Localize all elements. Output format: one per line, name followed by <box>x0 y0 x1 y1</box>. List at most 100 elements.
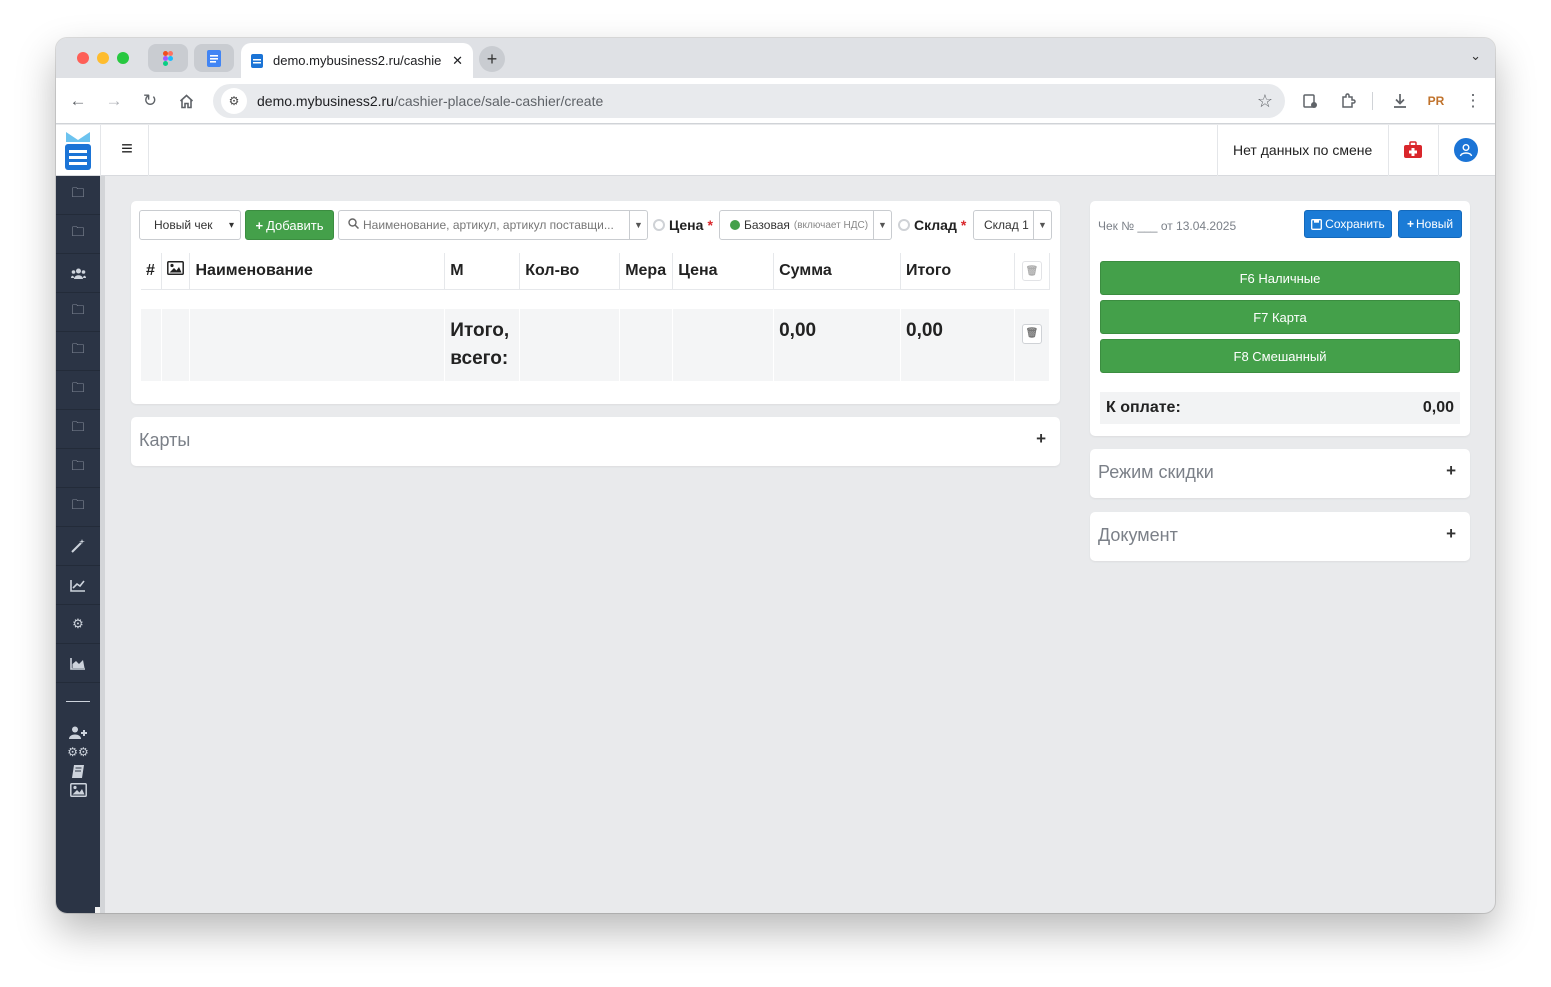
forward-icon[interactable]: → <box>101 88 127 114</box>
total-cell <box>619 309 674 381</box>
sale-panel: Новый чек ▾ + Добавить Наименование, арти… <box>131 201 1060 404</box>
url-host: demo.mybusiness2.ru <box>257 93 394 109</box>
col-total: Итого <box>900 253 1015 290</box>
back-icon[interactable]: ← <box>65 88 91 114</box>
status-dot-icon <box>730 220 740 230</box>
sidebar: 🗀 🗀 🗀 🗀 🗀 🗀 🗀 🗀 ⚙ ⚙⚙ <box>56 176 100 913</box>
sidebar-folder-icon[interactable]: 🗀 <box>56 371 100 410</box>
sidebar-add-user-icon[interactable] <box>56 722 100 742</box>
extension-icon[interactable] <box>1297 88 1323 114</box>
sidebar-folder-icon[interactable]: 🗀 <box>56 410 100 449</box>
search-icon <box>348 218 360 232</box>
sidebar-folder-icon[interactable]: 🗀 <box>56 332 100 371</box>
browser-menu-icon[interactable]: ⋮ <box>1460 88 1486 114</box>
new-receipt-button[interactable]: + Новый <box>1398 210 1462 238</box>
address-bar[interactable]: ⚙ demo.mybusiness2.ru/cashier-place/sale… <box>213 84 1285 118</box>
add-button[interactable]: + Добавить <box>245 210 334 240</box>
add-button-label: Добавить <box>266 217 324 233</box>
pay-card-button[interactable]: F7 Карта <box>1100 300 1460 334</box>
warehouse-dropdown-caret-icon[interactable]: ▼ <box>1033 211 1051 239</box>
sidebar-gears-icon[interactable]: ⚙⚙ <box>56 742 100 762</box>
plus-icon: + <box>1406 217 1414 231</box>
reload-icon[interactable]: ↻ <box>137 88 163 114</box>
table-header-row: # Наименование М Кол-во Мера Цена Сумма … <box>141 253 1051 290</box>
discount-expand-icon[interactable]: + <box>1446 461 1456 481</box>
search-placeholder: Наименование, артикул, артикул поставщи.… <box>363 218 614 232</box>
pinned-tab-docs[interactable] <box>194 44 234 72</box>
maximize-window-button[interactable] <box>117 52 129 64</box>
plus-icon: + <box>255 217 264 233</box>
save-button-label: Сохранить <box>1325 217 1385 231</box>
image-icon <box>167 261 185 276</box>
close-window-button[interactable] <box>77 52 89 64</box>
total-sum-value: 0,00 <box>773 309 902 381</box>
sidebar-image-icon[interactable] <box>56 780 100 800</box>
bookmark-star-icon[interactable]: ☆ <box>1257 91 1273 112</box>
receipt-select[interactable]: Новый чек ▾ <box>139 210 241 240</box>
pr-extension-icon[interactable]: PR <box>1423 88 1449 114</box>
pinned-tab-figma[interactable] <box>148 44 188 72</box>
menu-toggle-icon[interactable]: ≡ <box>116 138 138 160</box>
select-chevron-icon: ▾ <box>228 219 234 231</box>
home-icon[interactable] <box>173 88 199 114</box>
save-button[interactable]: Сохранить <box>1304 210 1392 238</box>
price-type-value: Базовая <box>744 218 790 232</box>
sidebar-area-chart-icon[interactable] <box>56 644 100 683</box>
header-divider <box>1217 125 1218 176</box>
pay-cash-button[interactable]: F6 Наличные <box>1100 261 1460 295</box>
sidebar-users-icon[interactable] <box>56 254 100 293</box>
total-actions: 🗑 <box>1014 309 1051 381</box>
site-settings-icon[interactable]: ⚙ <box>221 88 247 114</box>
sidebar-line-chart-icon[interactable] <box>56 566 100 605</box>
receipt-select-value: Новый чек <box>154 218 213 232</box>
warehouse-hint-icon <box>898 219 910 231</box>
app-logo[interactable] <box>62 130 94 172</box>
price-dropdown-caret-icon[interactable]: ▼ <box>873 211 891 239</box>
trash-icon[interactable]: 🗑 <box>1021 261 1042 281</box>
col-name: Наименование <box>189 253 446 290</box>
active-tab[interactable]: demo.mybusiness2.ru/cashier-place/sale-c… <box>241 43 473 78</box>
medkit-icon[interactable] <box>1403 140 1423 160</box>
sidebar-separator <box>66 701 90 702</box>
sidebar-folder-icon[interactable]: 🗀 <box>56 215 100 254</box>
clear-all-trash-icon[interactable]: 🗑 <box>1021 324 1042 344</box>
user-avatar-icon[interactable] <box>1454 138 1478 162</box>
table-spacer-row <box>141 289 1050 309</box>
download-icon[interactable] <box>1387 88 1413 114</box>
price-type-select[interactable]: Базовая (включает НДС) ▼ <box>719 210 892 240</box>
price-hint-icon <box>653 219 665 231</box>
to-pay-value: 0,00 <box>1422 399 1454 416</box>
sidebar-folder-icon[interactable]: 🗀 <box>56 293 100 332</box>
cards-panel[interactable]: Карты + <box>131 417 1060 466</box>
sidebar-gear-icon[interactable]: ⚙ <box>56 605 100 644</box>
sidebar-book-icon[interactable] <box>56 761 100 781</box>
warehouse-value: Склад 1 <box>984 218 1029 232</box>
col-qty: Кол-во <box>519 253 621 290</box>
url-text[interactable]: demo.mybusiness2.ru/cashier-place/sale-c… <box>257 93 1257 109</box>
minimize-window-button[interactable] <box>97 52 109 64</box>
sidebar-folder-icon[interactable]: 🗀 <box>56 176 100 215</box>
tab-bar: demo.mybusiness2.ru/cashier-place/sale-c… <box>56 38 1495 78</box>
new-tab-button[interactable]: + <box>479 46 505 72</box>
col-actions: 🗑 <box>1014 253 1051 290</box>
search-dropdown-caret-icon[interactable]: ▼ <box>629 211 647 239</box>
col-m: М <box>444 253 521 290</box>
pay-mixed-button[interactable]: F8 Смешанный <box>1100 339 1460 373</box>
new-receipt-label: Новый <box>1415 217 1454 231</box>
total-cell <box>141 309 163 381</box>
cards-expand-icon[interactable]: + <box>1036 429 1046 449</box>
sidebar-folder-icon[interactable]: 🗀 <box>56 449 100 488</box>
document-expand-icon[interactable]: + <box>1446 524 1456 544</box>
product-search-input[interactable]: Наименование, артикул, артикул поставщи.… <box>338 210 648 240</box>
extensions-puzzle-icon[interactable] <box>1335 88 1361 114</box>
document-panel[interactable]: Документ + <box>1090 512 1470 561</box>
discount-panel[interactable]: Режим скидки + <box>1090 449 1470 498</box>
tab-search-chevron-icon[interactable]: ⌄ <box>1470 48 1481 64</box>
sidebar-magic-wand-icon[interactable] <box>56 527 100 566</box>
shift-status[interactable]: Нет данных по смене <box>1233 142 1372 158</box>
discount-panel-title: Режим скидки <box>1098 462 1214 482</box>
warehouse-select[interactable]: Склад 1 ▼ <box>973 210 1052 240</box>
close-tab-icon[interactable]: ✕ <box>452 53 463 69</box>
sidebar-folder-icon[interactable]: 🗀 <box>56 488 100 527</box>
header-divider <box>1438 125 1439 176</box>
